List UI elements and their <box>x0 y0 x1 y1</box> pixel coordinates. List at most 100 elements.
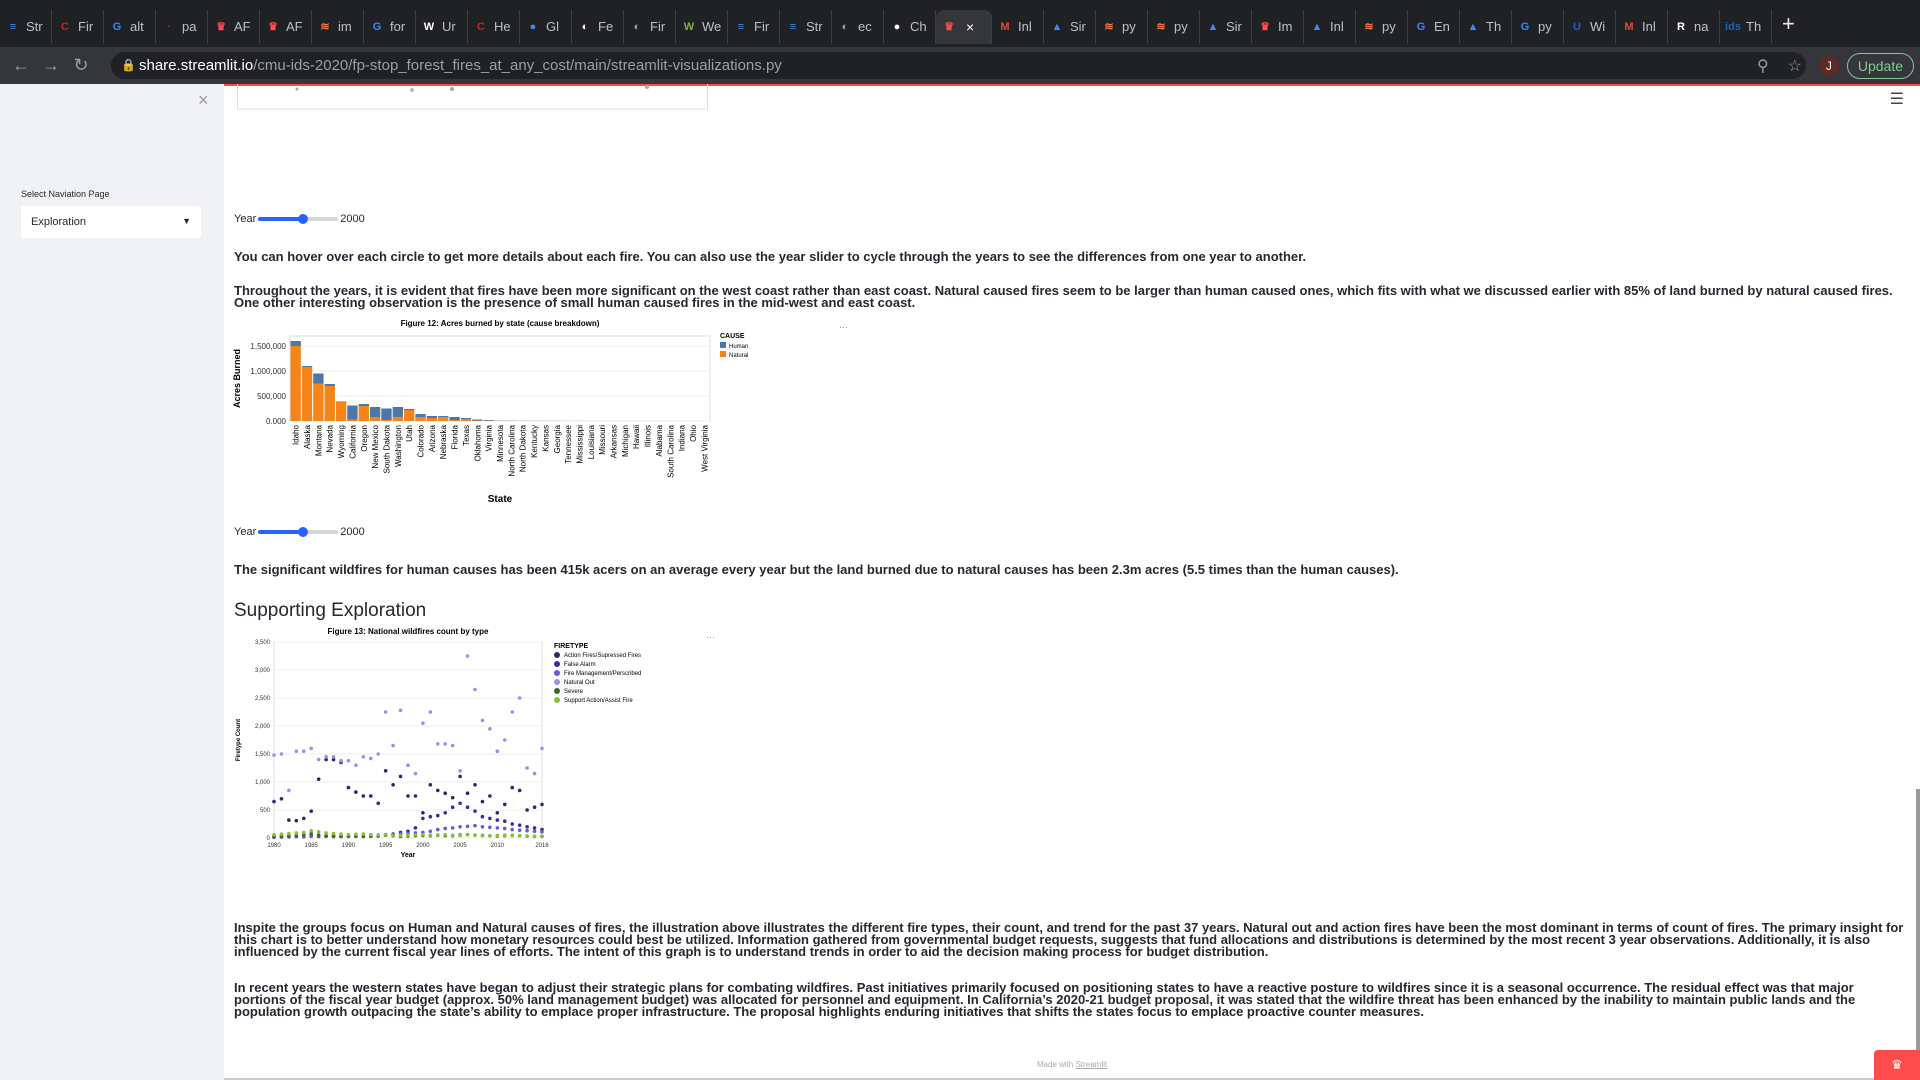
browser-tab[interactable]: ▲ Sir <box>1044 9 1096 44</box>
tab-favicon-icon: ♛ <box>216 21 226 33</box>
browser-tab[interactable]: ids Th <box>1720 9 1772 44</box>
close-icon[interactable]: × <box>198 90 209 111</box>
browser-tab[interactable]: M Inl <box>1616 9 1668 44</box>
scrollbar[interactable] <box>1916 789 1920 1079</box>
browser-tab[interactable]: ▲ Sir <box>1200 9 1252 44</box>
browser-tab[interactable]: ◐ Fe <box>572 9 624 44</box>
browser-tab[interactable]: M Inl <box>992 9 1044 44</box>
browser-tab[interactable]: U Wi <box>1564 9 1616 44</box>
browser-tab[interactable]: ▲ Th <box>1460 9 1512 44</box>
tab-title: py <box>1174 19 1188 34</box>
browser-tab[interactable]: ≡ Str <box>0 9 52 44</box>
browser-tab[interactable]: ≋ py <box>1096 9 1148 44</box>
section-heading: Supporting Exploration <box>234 600 427 621</box>
tab-close-icon[interactable]: × <box>966 19 974 35</box>
browser-tab[interactable]: ♛ AF <box>208 9 260 44</box>
browser-tab[interactable]: W We <box>676 9 728 44</box>
scatter-point <box>421 816 425 821</box>
browser-tab[interactable]: ♛ × <box>936 9 992 44</box>
scatter-point <box>339 832 343 836</box>
slider-handle[interactable] <box>298 214 309 224</box>
slider-handle[interactable] <box>298 527 309 537</box>
star-icon[interactable]: ☆ <box>1779 56 1811 76</box>
browser-tab[interactable]: G En <box>1408 9 1460 44</box>
browser-tab[interactable]: ≡ Str <box>780 9 832 44</box>
scatter-point <box>502 819 507 823</box>
scatter-point <box>525 808 529 812</box>
browser-tab[interactable]: ≋ py <box>1356 9 1408 44</box>
tab-title: Str <box>26 19 43 34</box>
slider-track[interactable] <box>258 527 339 537</box>
scatter-point <box>368 794 373 798</box>
browser-tab[interactable]: ♛ Im <box>1252 9 1304 44</box>
scatter-point <box>376 801 381 806</box>
browser-tab[interactable]: W Ur <box>416 9 468 44</box>
forward-icon[interactable]: → <box>36 55 66 76</box>
tab-favicon-icon: R <box>1677 20 1685 33</box>
browser-tab[interactable]: Gfor <box>364 9 416 44</box>
browser-tab[interactable]: C Fir <box>52 9 104 44</box>
tab-favicon-icon: ≋ <box>1364 21 1374 33</box>
tab-favicon-icon: ◐ <box>633 20 641 33</box>
hamburger-menu-icon[interactable]: ☰ <box>1890 89 1904 109</box>
browser-tab[interactable]: ● Gl <box>520 9 572 44</box>
browser-tab[interactable]: ◐ ec <box>832 9 884 44</box>
scatter-point <box>406 763 410 767</box>
year-slider-2[interactable]: Year 2000 <box>234 525 365 539</box>
scatter-point <box>413 826 418 830</box>
browser-tab[interactable]: Gpy <box>1512 9 1564 44</box>
streamlit-badge-icon[interactable]: ♛ <box>1874 1050 1920 1080</box>
browser-tab[interactable]: Galt <box>104 9 156 44</box>
paragraph-west-coast: Throughout the years, it is evident that… <box>234 283 1893 310</box>
new-tab-icon[interactable]: + <box>1782 11 1795 37</box>
chart-actions-icon[interactable]: ⋯ <box>706 632 715 643</box>
tab-title: pa <box>182 19 197 34</box>
slider-fill <box>258 530 304 534</box>
back-icon[interactable]: ← <box>6 55 36 76</box>
browser-tab[interactable]: C He <box>468 9 520 44</box>
scatter-point <box>450 826 455 830</box>
tab-title: for <box>390 19 406 34</box>
scatter-point <box>443 791 448 795</box>
update-button[interactable]: Update <box>1846 52 1914 79</box>
bar-natural <box>426 418 438 421</box>
y-tick-label: 500,000 <box>257 392 286 401</box>
tab-title: alt <box>130 19 144 34</box>
chart-actions-icon[interactable]: ⋯ <box>839 322 848 333</box>
slider-track[interactable] <box>258 214 339 224</box>
scatter-point <box>421 721 425 725</box>
chart-title: Figure 13: National wildfires count by t… <box>328 627 489 636</box>
bar-natural <box>381 420 392 421</box>
x-tick-label: North Carolina <box>507 424 516 476</box>
reload-icon[interactable]: ↻ <box>66 55 96 76</box>
scatter-point <box>517 828 522 832</box>
nav-page-select[interactable]: Exploration ▼ <box>21 206 201 238</box>
legend-swatch <box>554 661 560 667</box>
scatter-point <box>465 805 470 809</box>
x-axis-label: Year <box>401 852 416 859</box>
bar-natural <box>347 419 358 421</box>
browser-tab[interactable]: ◐ Fir <box>624 9 676 44</box>
tab-title: Inl <box>1330 19 1344 34</box>
footer-text: Made with <box>1036 1060 1076 1069</box>
browser-tab[interactable]: ≡ Fir <box>728 9 780 44</box>
browser-tab[interactable]: ♛ AF <box>260 9 312 44</box>
x-tick-label: Nebraska <box>439 424 448 459</box>
address-bar[interactable]: 🔒 share.streamlit.io/cmu-ids-2020/fp-sto… <box>111 52 1806 79</box>
scatter-point <box>428 710 433 714</box>
streamlit-link[interactable]: Streamlit <box>1076 1060 1108 1069</box>
bar-natural <box>290 346 301 421</box>
year-slider-1[interactable]: Year 2000 <box>234 212 365 226</box>
tab-title: He <box>494 19 511 34</box>
browser-tab[interactable]: ▲ Inl <box>1304 9 1356 44</box>
zoom-icon[interactable]: ⚲ <box>1747 56 1779 76</box>
browser-tab[interactable]: ● Ch <box>884 9 936 44</box>
x-tick-label: New Mexico <box>371 424 380 468</box>
browser-tab[interactable]: Rna <box>1668 9 1720 44</box>
legend-title: CAUSE <box>720 333 745 340</box>
browser-tab[interactable]: ≋ im <box>312 9 364 44</box>
scatter-point <box>361 794 366 798</box>
avatar[interactable]: J <box>1818 55 1839 76</box>
browser-tab[interactable]: ≋ py <box>1148 9 1200 44</box>
browser-tab[interactable]: · pa <box>156 9 208 44</box>
